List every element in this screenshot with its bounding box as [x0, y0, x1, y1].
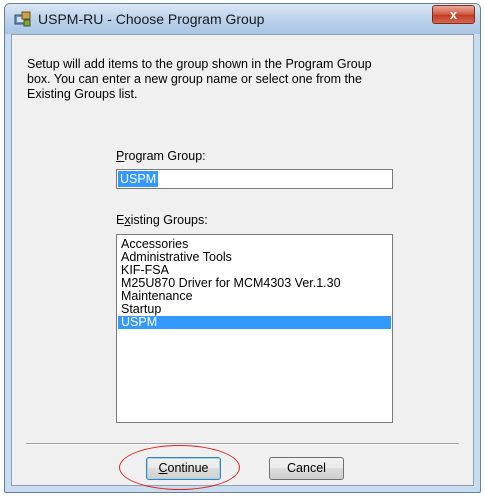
close-button[interactable]: x [432, 5, 475, 24]
window-title: USPM-RU - Choose Program Group [38, 11, 265, 27]
title-bar[interactable]: USPM-RU - Choose Program Group x [5, 4, 480, 34]
setup-app-icon [14, 11, 31, 27]
dialog-window: USPM-RU - Choose Program Group x Setup w… [4, 3, 481, 493]
program-group-input[interactable]: USPM [116, 169, 393, 189]
instructions-text: Setup will add items to the group shown … [27, 57, 372, 101]
existing-groups-label: Existing Groups: [116, 213, 208, 227]
list-item-uspm[interactable]: USPM [118, 316, 391, 329]
close-icon: x [449, 7, 458, 22]
existing-groups-listbox[interactable]: Accessories Administrative Tools KIF-FSA… [116, 234, 393, 423]
dialog-client-area: Setup will add items to the group shown … [11, 34, 474, 486]
program-group-value: USPM [118, 171, 159, 187]
program-group-label: Program Group: [116, 149, 206, 163]
annotation-highlight-circle [119, 445, 240, 490]
list-item-startup[interactable]: Startup [118, 303, 391, 316]
separator-highlight [26, 444, 459, 445]
cancel-button[interactable]: Cancel [269, 457, 344, 480]
